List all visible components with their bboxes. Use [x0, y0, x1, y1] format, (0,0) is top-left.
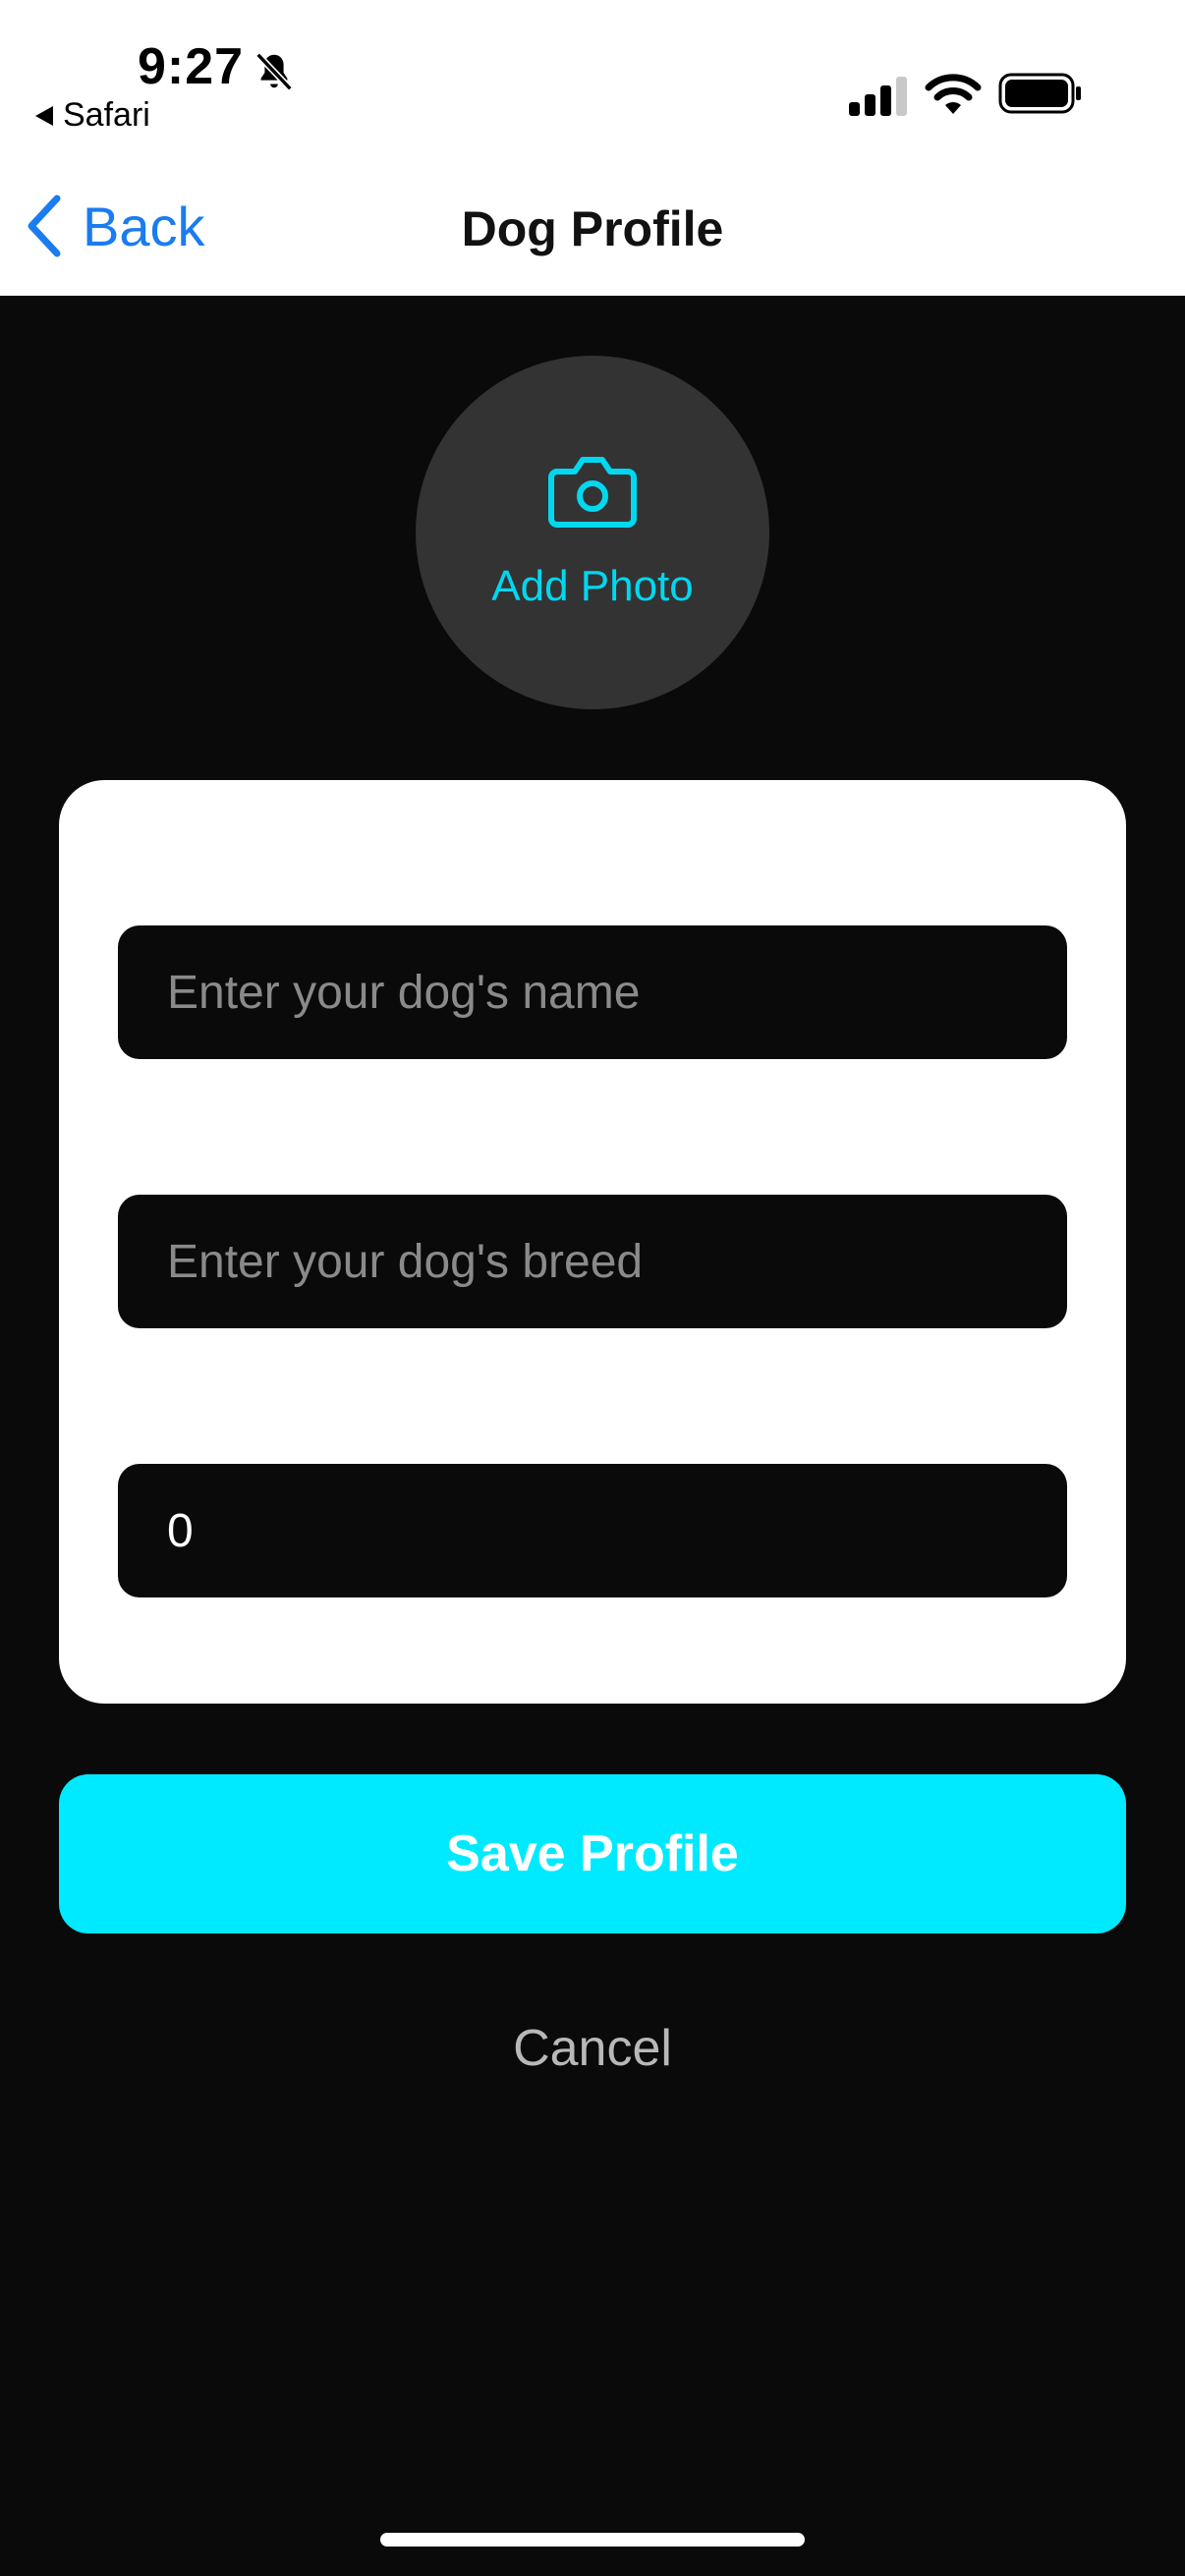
dog-breed-input[interactable]: [118, 1195, 1067, 1328]
page-title: Dog Profile: [461, 201, 724, 256]
back-app-label: Safari: [63, 96, 150, 134]
wifi-icon: [925, 74, 982, 114]
camera-icon: [548, 457, 637, 528]
dog-name-input[interactable]: [118, 925, 1067, 1059]
cancel-button[interactable]: Cancel: [445, 2016, 740, 2081]
status-time: 9:27: [138, 38, 245, 95]
dog-age-input[interactable]: [118, 1464, 1067, 1597]
back-triangle-icon: [35, 105, 53, 126]
header-area: 9:27 Safari Back Dog Profile: [0, 0, 1185, 296]
save-profile-button[interactable]: Save Profile: [59, 1774, 1126, 1933]
back-to-safari[interactable]: Safari: [35, 96, 150, 135]
add-photo-label: Add Photo: [491, 562, 694, 610]
cellular-signal-icon: [849, 77, 907, 116]
bell-slash-icon: [255, 52, 293, 91]
add-photo-button[interactable]: Add Photo: [416, 356, 769, 709]
profile-form-card: [59, 780, 1126, 1704]
home-indicator[interactable]: [380, 2533, 805, 2547]
battery-icon: [998, 73, 1081, 114]
